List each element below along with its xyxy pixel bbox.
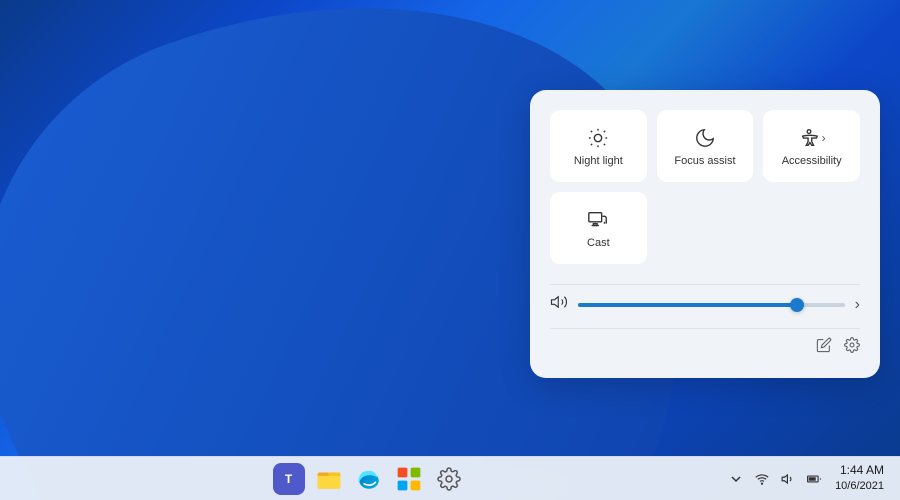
volume-chevron[interactable]: › [855,296,860,314]
edit-icon[interactable] [816,337,832,358]
settings-icon[interactable] [844,337,860,358]
desktop: Night light Focus assist › [0,0,900,500]
quick-settings-grid-bottom: Cast [550,192,860,264]
night-light-label: Night light [574,155,623,168]
taskbar: T [0,456,900,500]
taskbar-edge[interactable] [353,463,385,495]
tray-chevron[interactable] [725,468,747,490]
taskbar-tray: 1:44 AM 10/6/2021 [725,462,888,494]
cast-label: Cast [587,237,610,250]
taskbar-teams[interactable]: T [273,463,305,495]
accessibility-tile[interactable]: › Accessibility [763,110,860,182]
taskbar-explorer[interactable] [313,463,345,495]
system-clock[interactable]: 1:44 AM 10/6/2021 [831,462,888,494]
quick-settings-grid-top: Night light Focus assist › [550,110,860,182]
quick-settings-panel: Night light Focus assist › [530,90,880,378]
clock-date: 10/6/2021 [835,479,884,494]
taskbar-store[interactable] [393,463,425,495]
cast-icon [587,209,609,231]
volume-slider[interactable] [578,295,845,315]
cast-tile[interactable]: Cast [550,192,647,264]
night-light-tile[interactable]: Night light [550,110,647,182]
accessibility-label: Accessibility [782,155,842,168]
tray-network-icon[interactable] [751,468,773,490]
tray-battery-icon[interactable] [803,468,825,490]
volume-row: › [550,284,860,328]
quick-settings-bottom-bar [550,328,860,358]
night-light-icon [587,127,609,149]
accessibility-icon: › [798,127,826,149]
focus-assist-label: Focus assist [674,155,735,168]
taskbar-apps: T [12,463,725,495]
focus-assist-tile[interactable]: Focus assist [657,110,754,182]
tray-system-icons [725,468,825,490]
focus-assist-icon [694,127,716,149]
volume-thumb [790,298,804,312]
tray-volume-icon[interactable] [777,468,799,490]
volume-track [578,303,845,307]
clock-time: 1:44 AM [840,462,884,479]
volume-icon [550,293,568,316]
taskbar-settings[interactable] [433,463,465,495]
accessibility-arrow: › [822,131,826,145]
volume-fill [578,303,797,307]
